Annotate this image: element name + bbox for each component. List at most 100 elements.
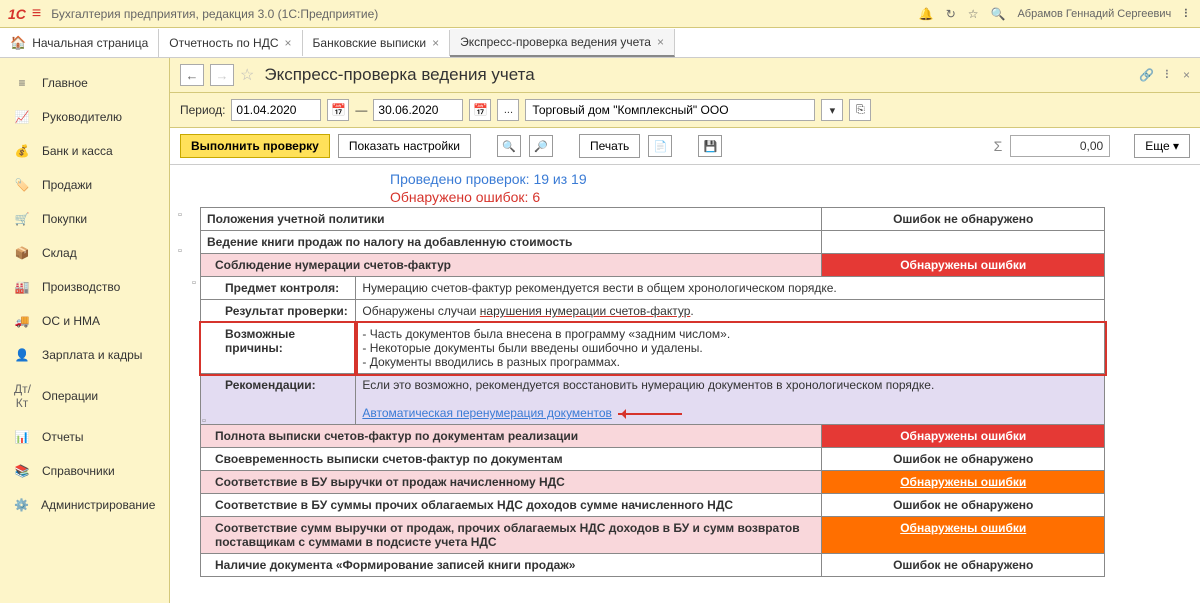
truck-icon: 🚚	[14, 314, 30, 328]
period-select-button[interactable]: ...	[497, 99, 519, 121]
table-row[interactable]: Полнота выписки счетов-фактур по докумен…	[201, 425, 1105, 448]
sales-icon: 🏷️	[14, 178, 30, 192]
table-row[interactable]: Соответствие в БУ выручки от продаж начи…	[201, 471, 1105, 494]
ops-icon: Дт/Кт	[14, 382, 30, 410]
zoom-out-button[interactable]: 🔎	[529, 135, 553, 157]
report-table: Положения учетной политикиОшибок не обна…	[200, 207, 1105, 577]
page-title-bar: ← → ☆ Экспресс-проверка ведения учета 🔗 …	[170, 58, 1200, 93]
toggle-icon[interactable]: ▫	[192, 277, 196, 289]
more-button[interactable]: Еще ▾	[1134, 134, 1190, 158]
table-row[interactable]: Предмет контроля:Нумерацию счетов-фактур…	[201, 277, 1105, 300]
table-row[interactable]: Соответствие в БУ суммы прочих облагаемы…	[201, 494, 1105, 517]
renumber-link[interactable]: Автоматическая перенумерация документов	[362, 406, 612, 420]
stock-icon: 📦	[14, 246, 30, 260]
tab-express-check[interactable]: Экспресс-проверка ведения учета×	[450, 29, 675, 57]
org-dropdown-button[interactable]: ▾	[821, 99, 843, 121]
chart-icon: 📈	[14, 110, 30, 124]
report-area[interactable]: Проведено проверок: 19 из 19 Обнаружено …	[170, 165, 1200, 581]
toggle-icon[interactable]: ▫	[178, 245, 182, 257]
calendar-from-button[interactable]: 📅	[327, 99, 349, 121]
tab-home[interactable]: 🏠Начальная страница	[0, 29, 159, 57]
nav-hr[interactable]: 👤Зарплата и кадры	[0, 338, 169, 372]
period-label: Период:	[180, 103, 225, 117]
filter-bar: Период: 📅 — 📅 ... ▾ ⎘	[170, 93, 1200, 128]
forward-button[interactable]: →	[210, 64, 234, 86]
tab-bank-statements[interactable]: Банковские выписки×	[303, 30, 451, 56]
tab-bar: 🏠Начальная страница Отчетность по НДС× Б…	[0, 28, 1200, 58]
link-icon[interactable]: 🔗	[1139, 68, 1154, 82]
print-preview-button[interactable]: 📄	[648, 135, 672, 157]
page-title: Экспресс-проверка ведения учета	[264, 65, 1133, 85]
toggle-icon[interactable]: ▫	[202, 415, 206, 427]
user-menu-icon[interactable]: ⠇	[1183, 7, 1192, 21]
table-row[interactable]: Соответствие сумм выручки от продаж, про…	[201, 517, 1105, 554]
table-row[interactable]: Возможные причины:- Часть документов был…	[201, 323, 1105, 374]
factory-icon: 🏭	[14, 280, 30, 294]
bell-icon[interactable]: 🔔	[919, 7, 934, 21]
tab-vat-reports[interactable]: Отчетность по НДС×	[159, 30, 302, 56]
table-row[interactable]: Наличие документа «Формирование записей …	[201, 554, 1105, 577]
reports-icon: 📊	[14, 430, 30, 444]
table-row[interactable]: Результат проверки:Обнаружены случаи нар…	[201, 300, 1105, 323]
top-actions: 🔔 ↻ ☆ 🔍 Абрамов Геннадий Сергеевич ⠇	[919, 7, 1192, 21]
cart-icon: 🛒	[14, 212, 30, 226]
table-row[interactable]: Положения учетной политикиОшибок не обна…	[201, 208, 1105, 231]
sum-field[interactable]: 0,00	[1010, 135, 1110, 157]
favorite-star-icon[interactable]: ☆	[240, 65, 254, 85]
close-icon[interactable]: ×	[657, 35, 664, 49]
checks-done-label: Проведено проверок: 19 из 19	[390, 171, 1190, 187]
nav-main[interactable]: ≡Главное	[0, 66, 169, 100]
table-row[interactable]: Рекомендации:Если это возможно, рекоменд…	[201, 374, 1105, 425]
toggle-icon[interactable]: ▫	[178, 209, 182, 221]
print-button[interactable]: Печать	[579, 134, 640, 158]
table-row[interactable]: Ведение книги продаж по налогу на добавл…	[201, 231, 1105, 254]
nav-purchases[interactable]: 🛒Покупки	[0, 202, 169, 236]
calendar-to-button[interactable]: 📅	[469, 99, 491, 121]
run-check-button[interactable]: Выполнить проверку	[180, 134, 330, 158]
date-from-input[interactable]	[231, 99, 321, 121]
nav-ops[interactable]: Дт/КтОперации	[0, 372, 169, 420]
nav-admin[interactable]: ⚙️Администрирование	[0, 488, 169, 522]
close-page-icon[interactable]: ×	[1183, 68, 1190, 82]
home-icon: 🏠	[10, 35, 26, 51]
nav-manager[interactable]: 📈Руководителю	[0, 100, 169, 134]
zoom-in-button[interactable]: 🔍	[497, 135, 521, 157]
date-to-input[interactable]	[373, 99, 463, 121]
book-icon: 📚	[14, 464, 30, 478]
table-row[interactable]: Соблюдение нумерации счетов-фактурОбнару…	[201, 254, 1105, 277]
nav-stock[interactable]: 📦Склад	[0, 236, 169, 270]
arrow-annotation	[618, 409, 688, 419]
sigma-icon[interactable]: Σ	[994, 138, 1003, 154]
table-row[interactable]: Своевременность выписки счетов-фактур по…	[201, 448, 1105, 471]
toolbar: Выполнить проверку Показать настройки 🔍 …	[170, 128, 1200, 165]
nav-fa[interactable]: 🚚ОС и НМА	[0, 304, 169, 338]
logo-1c: 1С	[8, 6, 26, 22]
hamburger-icon[interactable]: ≡	[32, 5, 41, 23]
errors-found-label: Обнаружено ошибок: 6	[390, 189, 1190, 205]
close-icon[interactable]: ×	[432, 36, 439, 50]
nav-bank[interactable]: 💰Банк и касса	[0, 134, 169, 168]
nav-reports[interactable]: 📊Отчеты	[0, 420, 169, 454]
sidebar: ≡Главное 📈Руководителю 💰Банк и касса 🏷️П…	[0, 58, 170, 603]
nav-dicts[interactable]: 📚Справочники	[0, 454, 169, 488]
history-icon[interactable]: ↻	[946, 7, 956, 21]
nav-sales[interactable]: 🏷️Продажи	[0, 168, 169, 202]
back-button[interactable]: ←	[180, 64, 204, 86]
options-icon[interactable]: ⠇	[1164, 68, 1173, 82]
bank-icon: 💰	[14, 144, 30, 158]
show-settings-button[interactable]: Показать настройки	[338, 134, 471, 158]
violation-link[interactable]: нарушения нумерации счетов-фактур	[480, 304, 691, 318]
nav-production[interactable]: 🏭Производство	[0, 270, 169, 304]
top-bar: 1С ≡ Бухгалтерия предприятия, редакция 3…	[0, 0, 1200, 28]
close-icon[interactable]: ×	[285, 36, 292, 50]
search-top-icon[interactable]: 🔍	[991, 7, 1006, 21]
menu-icon: ≡	[14, 76, 30, 90]
org-open-button[interactable]: ⎘	[849, 99, 871, 121]
star-icon[interactable]: ☆	[968, 7, 979, 21]
save-button[interactable]: 💾	[698, 135, 722, 157]
organization-input[interactable]	[525, 99, 815, 121]
person-icon: 👤	[14, 348, 30, 362]
gear-icon: ⚙️	[14, 498, 29, 512]
app-title: Бухгалтерия предприятия, редакция 3.0 (1…	[51, 7, 918, 21]
user-name[interactable]: Абрамов Геннадий Сергеевич	[1017, 8, 1171, 20]
